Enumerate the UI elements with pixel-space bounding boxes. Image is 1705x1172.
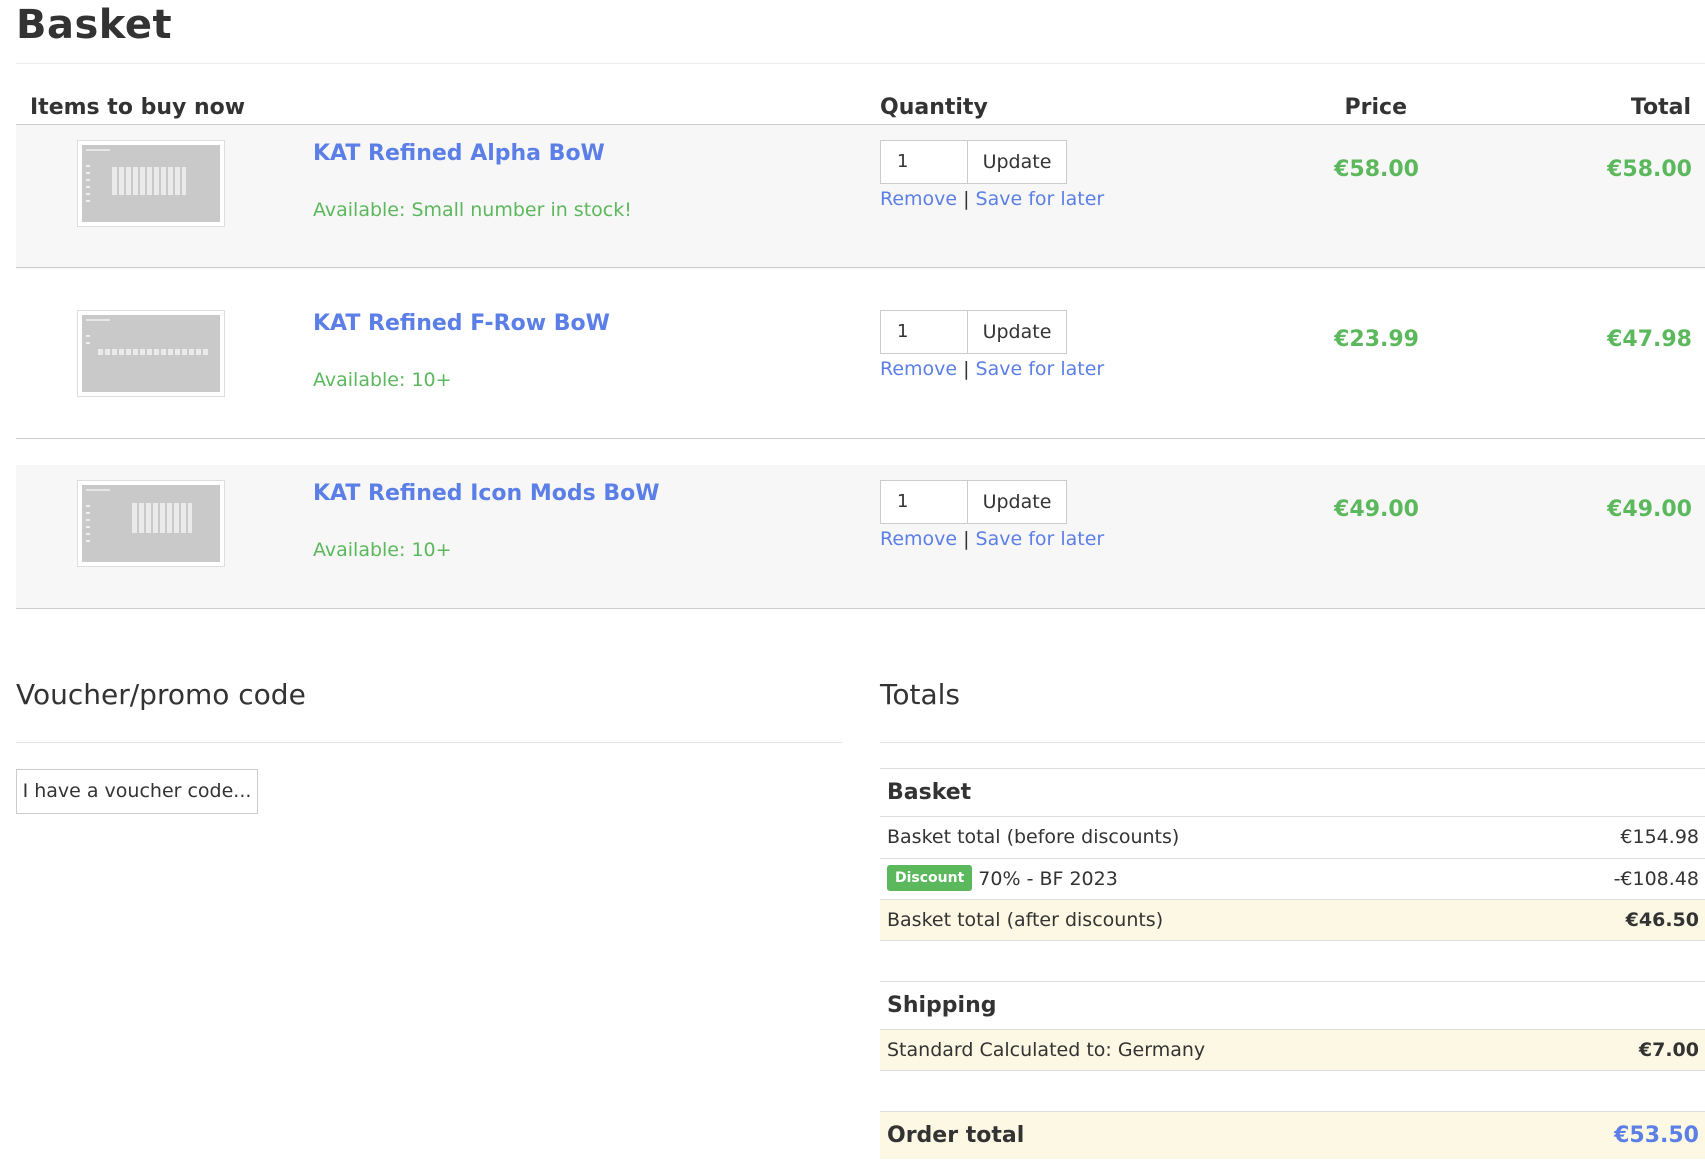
row-divider (16, 438, 1705, 439)
product-image (82, 315, 220, 392)
totals-section-title: Totals (880, 678, 960, 711)
availability-text: Available: 10+ (313, 369, 452, 391)
order-total-label: Order total (887, 1123, 1025, 1148)
shipping-value: €7.00 (1638, 1039, 1699, 1061)
total-column-header: Total (1630, 95, 1691, 120)
basket-before-discounts-row: Basket total (before discounts) €154.98 (880, 816, 1705, 858)
voucher-code-button[interactable]: I have a voucher code... (16, 769, 258, 814)
discount-label: 70% - BF 2023 (978, 868, 1118, 890)
row-divider (16, 608, 1705, 609)
basket-item-row: KAT Refined F-Row BoW Available: 10+ 1 U… (16, 295, 1705, 439)
save-for-later-link[interactable]: Save for later (976, 358, 1105, 380)
update-button[interactable]: Update (967, 140, 1067, 184)
unit-price: €23.99 (1334, 327, 1419, 352)
product-thumbnail[interactable] (77, 140, 225, 227)
after-discounts-label: Basket total (after discounts) (887, 909, 1164, 931)
link-separator: | (963, 528, 970, 550)
basket-group-heading: Basket (880, 768, 1705, 816)
line-total: €47.98 (1607, 327, 1692, 352)
product-name-link[interactable]: KAT Refined Alpha BoW (313, 141, 605, 166)
voucher-section-title: Voucher/promo code (16, 678, 306, 711)
product-name-link[interactable]: KAT Refined F-Row BoW (313, 311, 610, 336)
remove-link[interactable]: Remove (880, 188, 957, 210)
quantity-input[interactable]: 1 (880, 310, 968, 354)
remove-link[interactable]: Remove (880, 358, 957, 380)
before-discounts-label: Basket total (before discounts) (887, 826, 1180, 848)
shipping-label: Standard Calculated to: Germany (887, 1039, 1206, 1061)
title-divider (16, 63, 1705, 64)
item-actions: Remove | Save for later (880, 188, 1104, 210)
product-thumbnail[interactable] (77, 310, 225, 397)
discount-row: Discount 70% - BF 2023 -€108.48 (880, 858, 1705, 900)
link-separator: | (963, 358, 970, 380)
page-title: Basket (16, 2, 173, 48)
item-actions: Remove | Save for later (880, 358, 1104, 380)
row-divider (16, 267, 1705, 268)
update-button[interactable]: Update (967, 310, 1067, 354)
line-total: €49.00 (1607, 497, 1692, 522)
update-button[interactable]: Update (967, 480, 1067, 524)
totals-divider (880, 742, 1705, 743)
product-image (82, 485, 220, 562)
save-for-later-link[interactable]: Save for later (976, 188, 1105, 210)
after-discounts-value: €46.50 (1625, 909, 1699, 931)
item-actions: Remove | Save for later (880, 528, 1104, 550)
product-name-link[interactable]: KAT Refined Icon Mods BoW (313, 481, 660, 506)
availability-text: Available: 10+ (313, 539, 452, 561)
voucher-divider (16, 742, 842, 743)
before-discounts-value: €154.98 (1620, 826, 1699, 848)
save-for-later-link[interactable]: Save for later (976, 528, 1105, 550)
remove-link[interactable]: Remove (880, 528, 957, 550)
discount-badge: Discount (887, 864, 973, 891)
product-thumbnail[interactable] (77, 480, 225, 567)
basket-item-row: KAT Refined Alpha BoW Available: Small n… (16, 125, 1705, 269)
order-total-value: €53.50 (1614, 1123, 1699, 1148)
link-separator: | (963, 188, 970, 210)
quantity-input[interactable]: 1 (880, 480, 968, 524)
order-total-row: Order total €53.50 (880, 1111, 1705, 1159)
shipping-row: Standard Calculated to: Germany €7.00 (880, 1029, 1705, 1071)
quantity-column-header: Quantity (880, 95, 988, 120)
quantity-input[interactable]: 1 (880, 140, 968, 184)
line-total: €58.00 (1607, 157, 1692, 182)
basket-after-discounts-row: Basket total (after discounts) €46.50 (880, 899, 1705, 941)
basket-item-row: KAT Refined Icon Mods BoW Available: 10+… (16, 465, 1705, 609)
unit-price: €49.00 (1334, 497, 1419, 522)
items-column-header: Items to buy now (30, 95, 246, 120)
unit-price: €58.00 (1334, 157, 1419, 182)
availability-text: Available: Small number in stock! (313, 199, 632, 221)
product-image (82, 145, 220, 222)
discount-value: -€108.48 (1613, 868, 1699, 890)
shipping-group-heading: Shipping (880, 981, 1705, 1029)
price-column-header: Price (1344, 95, 1407, 120)
